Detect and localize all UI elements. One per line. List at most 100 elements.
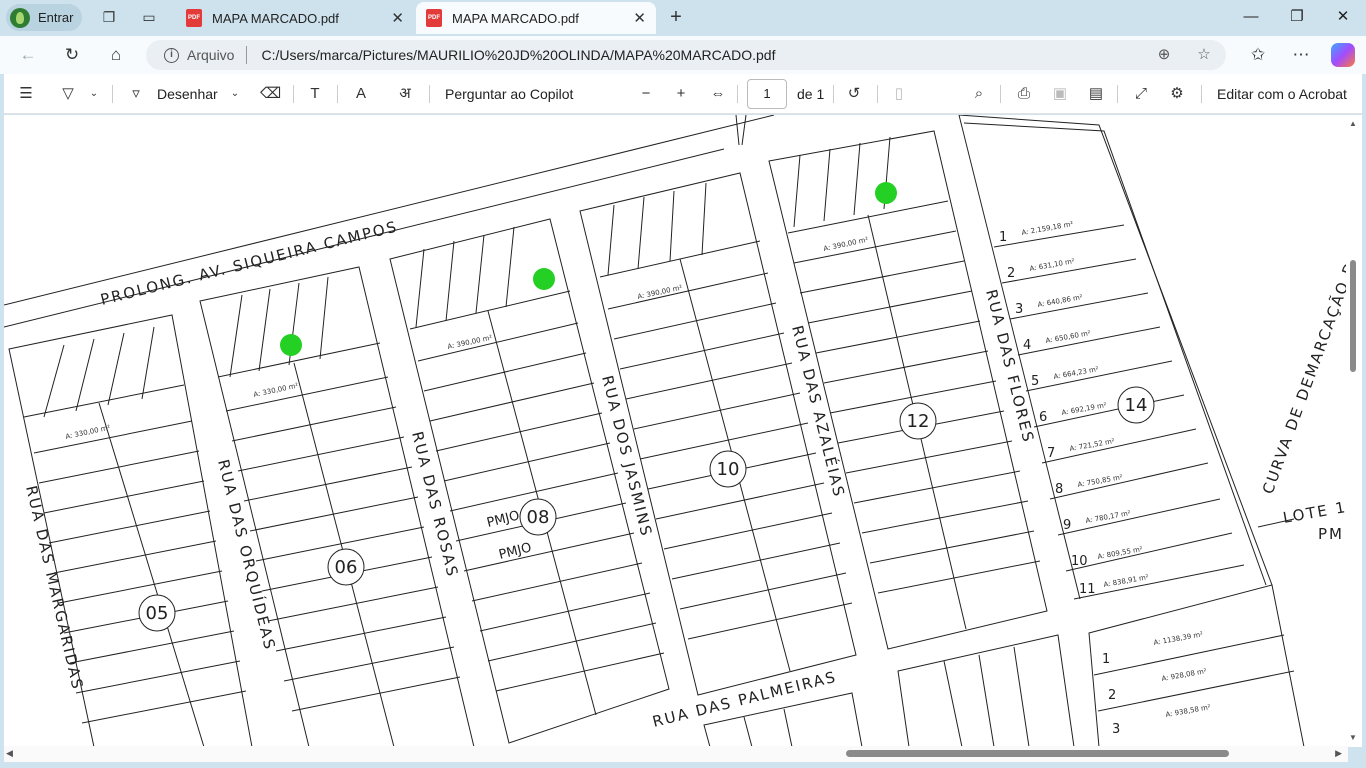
fullscreen-icon[interactable]: ⤢	[1131, 84, 1151, 104]
profile-avatar	[10, 7, 30, 28]
read-aloud-icon[interactable]: A	[351, 84, 371, 104]
more-menu-icon[interactable]: ⋯	[1290, 44, 1312, 66]
url-text[interactable]: C:/Users/marca/Pictures/MAURILIO%20JD%20…	[261, 47, 775, 63]
address-bar[interactable]: i Arquivo C:/Users/marca/Pictures/MAURIL…	[146, 40, 1226, 70]
vertical-scrollbar[interactable]: ▲ ▼	[1346, 115, 1360, 747]
tab-title: MAPA MARCADO.pdf	[212, 10, 339, 26]
copilot-icon[interactable]	[1331, 43, 1355, 67]
address-scheme-label: Arquivo	[187, 47, 235, 63]
zoom-in-icon[interactable]: +	[671, 84, 691, 104]
toolbar-separator	[833, 85, 834, 103]
lot-number: 5	[1031, 374, 1039, 389]
close-tab-icon[interactable]: ✕	[633, 9, 646, 27]
close-window-icon[interactable]: ✕	[1332, 6, 1354, 28]
pdf-viewer[interactable]: 05 06 08 10 12 14 PROLONG. AV. SIQUEIRA …	[4, 115, 1362, 747]
tab-title: MAPA MARCADO.pdf	[452, 10, 579, 26]
street-label: RUA DAS FLORES	[982, 288, 1038, 446]
close-tab-icon[interactable]: ✕	[391, 9, 404, 27]
new-tab-button[interactable]: +	[667, 7, 685, 27]
block-number: 06	[335, 557, 358, 578]
address-separator	[246, 46, 248, 64]
page-view-icon[interactable]: ▯	[889, 84, 909, 104]
fit-width-icon[interactable]: ⇔	[708, 84, 728, 104]
ask-copilot-button[interactable]: Perguntar ao Copilot	[445, 86, 573, 102]
translate-icon[interactable]: अ	[395, 84, 415, 104]
edit-with-acrobat-button[interactable]: Editar com o Acrobat	[1217, 86, 1347, 102]
tab-strip: Entrar ❐ ▭ PDF MAPA MARCADO.pdf ✕ PDF MA…	[0, 0, 1366, 36]
back-arrow-icon[interactable]: ←	[17, 44, 39, 66]
page-total-label: de 1	[797, 86, 825, 102]
street-label: PROLONG. AV. SIQUEIRA CAMPOS	[99, 217, 400, 308]
subdivision-map: 05 06 08 10 12 14 PROLONG. AV. SIQUEIRA …	[4, 115, 1346, 747]
chevron-down-icon[interactable]: ⌄	[84, 84, 104, 104]
lot-area: A: 1138,39 m²	[1153, 630, 1204, 647]
scroll-right-icon[interactable]: ▶	[1335, 748, 1342, 759]
tab-1[interactable]: PDF MAPA MARCADO.pdf ✕	[176, 2, 414, 34]
lot-area: A: 938,58 m²	[1165, 703, 1211, 719]
profile-button[interactable]: Entrar	[6, 4, 82, 31]
lot-area: A: 390,00 m²	[823, 236, 869, 253]
scroll-up-icon[interactable]: ▲	[1348, 119, 1358, 129]
navigation-bar: ← ↻ ⌂ i Arquivo C:/Users/marca/Pictures/…	[0, 36, 1366, 74]
home-icon[interactable]: ⌂	[105, 44, 127, 66]
lot-area: A: 692,19 m²	[1061, 401, 1107, 417]
toolbar-separator	[1201, 85, 1202, 103]
lot-number: 1	[999, 230, 1007, 245]
street-label: PM	[1318, 525, 1344, 543]
lot-number: 4	[1023, 338, 1031, 353]
marked-lot-marker	[280, 334, 302, 356]
scroll-down-icon[interactable]: ▼	[1348, 733, 1358, 743]
save-as-icon[interactable]: ▤	[1086, 84, 1106, 104]
info-icon[interactable]: i	[164, 47, 179, 63]
block-number: 12	[907, 411, 930, 432]
toolbar-separator	[337, 85, 338, 103]
street-label: CURVA DE DEMARCAÇÃO DA CESP	[1258, 197, 1346, 496]
horizontal-scroll-thumb[interactable]	[846, 750, 1229, 757]
save-icon[interactable]: ▣	[1050, 84, 1070, 104]
zoom-icon[interactable]: ⊕	[1154, 45, 1174, 65]
favorites-icon[interactable]: ✩	[1247, 44, 1269, 66]
rotate-icon[interactable]: ↺	[844, 84, 864, 104]
lot-number: 8	[1055, 482, 1063, 497]
pdf-file-icon: PDF	[186, 9, 202, 27]
chevron-down-icon[interactable]: ⌄	[225, 84, 245, 104]
vertical-scroll-thumb[interactable]	[1350, 260, 1356, 372]
toolbar-separator	[293, 85, 294, 103]
lot-number: 7	[1047, 446, 1055, 461]
settings-gear-icon[interactable]: ⚙	[1167, 84, 1187, 104]
draw-button[interactable]: Desenhar	[157, 86, 218, 102]
zoom-out-icon[interactable]: −	[636, 84, 656, 104]
lot-area: A: 780,17 m²	[1085, 509, 1131, 525]
lot-area: A: 928,08 m²	[1161, 667, 1207, 683]
print-icon[interactable]: ⎙	[1014, 84, 1034, 104]
highlight-icon[interactable]: ▽	[58, 84, 78, 104]
draw-pen-icon[interactable]: ▿	[126, 84, 146, 104]
refresh-icon[interactable]: ↻	[61, 44, 83, 66]
vertical-tabs-icon[interactable]: ▭	[140, 8, 158, 26]
eraser-icon[interactable]: ⌫	[260, 84, 281, 104]
lot-number: 2	[1007, 266, 1015, 281]
search-icon[interactable]: ⌕	[969, 84, 989, 104]
scroll-left-icon[interactable]: ◀	[6, 748, 13, 759]
lot-area: A: 664,23 m²	[1053, 365, 1099, 381]
favorite-star-icon[interactable]: ☆	[1194, 45, 1214, 65]
lot-number: 3	[1112, 722, 1120, 737]
page-number-input[interactable]: 1	[747, 79, 787, 109]
minimize-icon[interactable]: —	[1240, 6, 1262, 28]
horizontal-scrollbar[interactable]: ◀ ▶	[4, 746, 1348, 762]
lot-number: 10	[1071, 554, 1088, 569]
lower-lots: 1 A: 1138,39 m² 2 A: 928,08 m² 3 A: 938,…	[1102, 630, 1211, 737]
contents-list-icon[interactable]: ☰	[16, 84, 36, 104]
text-box-icon[interactable]: T	[305, 84, 325, 104]
pdf-toolbar: ☰ ▽ ⌄ ▿ Desenhar ⌄ ⌫ T A अ Perguntar ao …	[4, 74, 1362, 114]
lot-number: 1	[1102, 652, 1110, 667]
lot-number: 2	[1108, 688, 1116, 703]
marked-lot-marker	[533, 268, 555, 290]
workspaces-icon[interactable]: ❐	[100, 8, 118, 26]
street-label: RUA DAS MARGARIDAS	[22, 484, 87, 692]
block-number: 05	[146, 603, 169, 624]
marked-lot-marker	[875, 182, 897, 204]
restore-icon[interactable]: ❐	[1286, 6, 1308, 28]
tab-2[interactable]: PDF MAPA MARCADO.pdf ✕	[416, 2, 656, 34]
block-number: 08	[527, 507, 550, 528]
